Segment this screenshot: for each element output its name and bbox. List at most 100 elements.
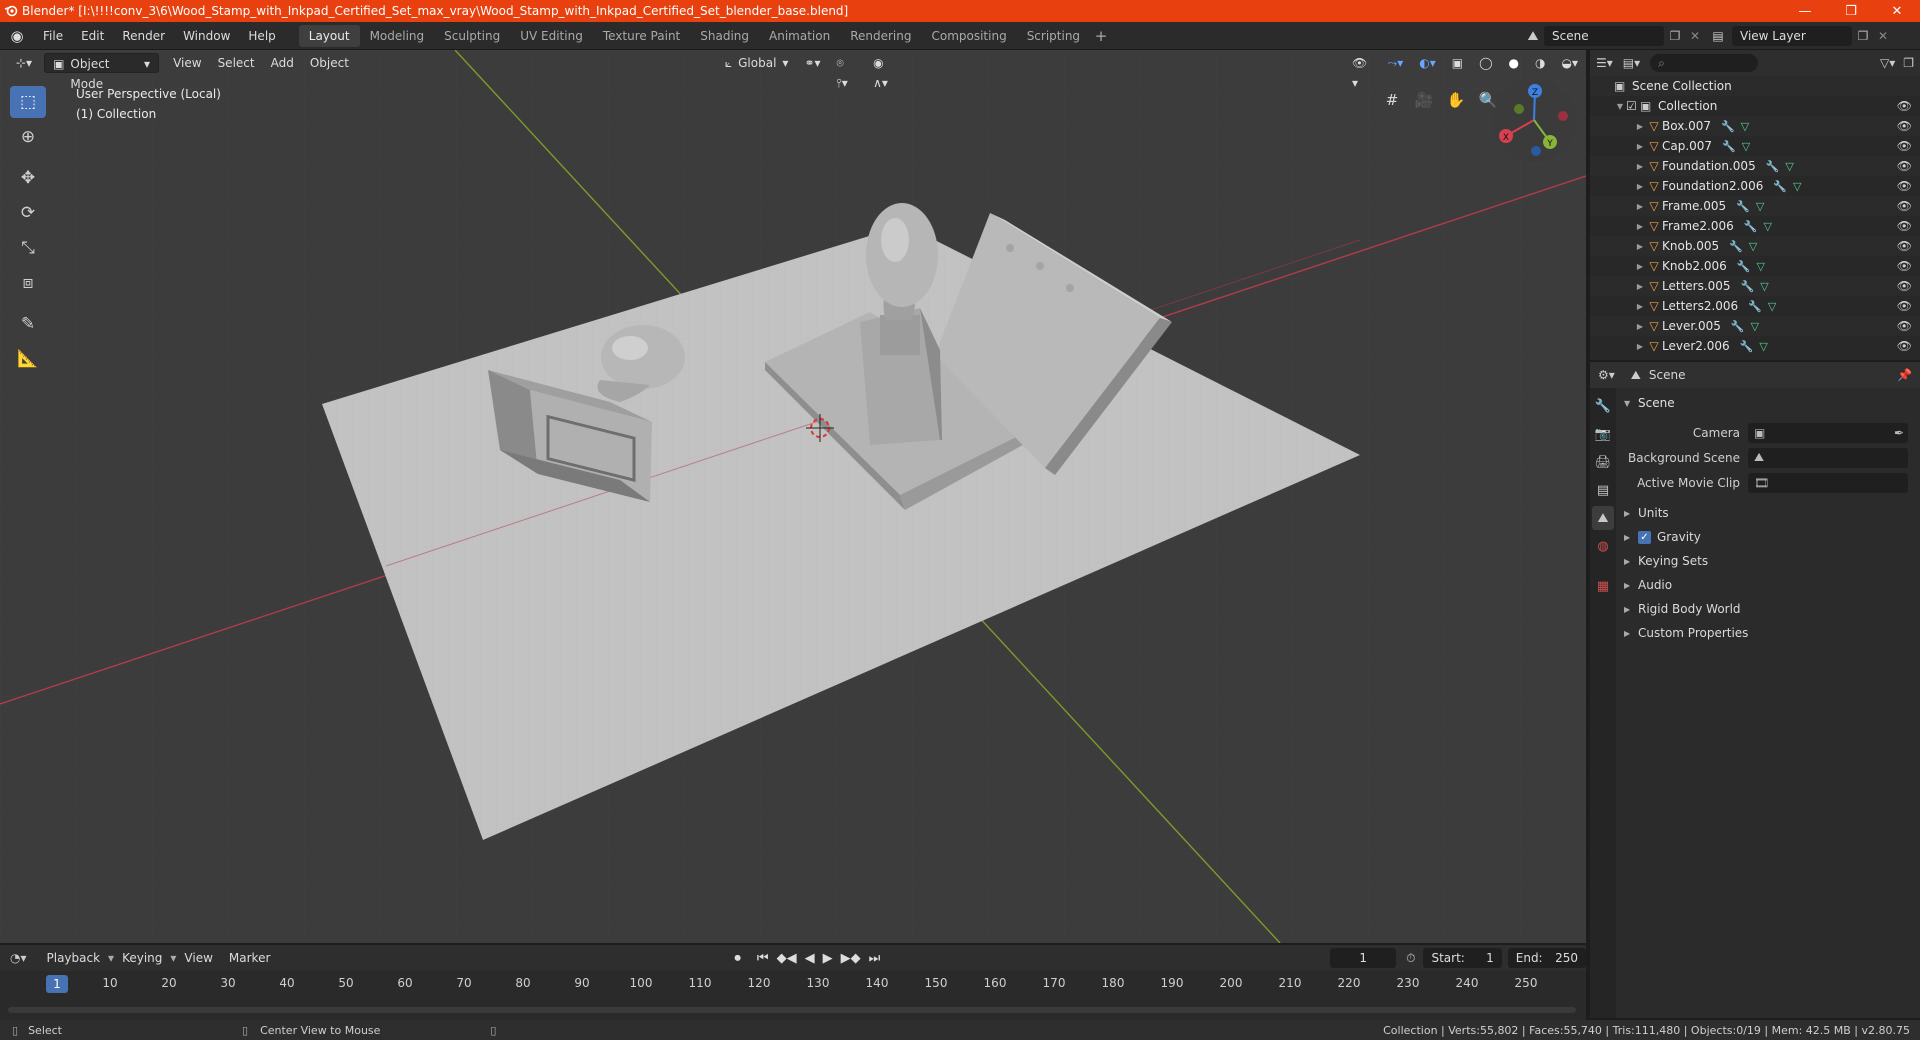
stopwatch-icon[interactable]: ⏱ xyxy=(1406,951,1415,966)
shading-wireframe-icon[interactable]: ◯ xyxy=(1471,53,1500,73)
mesh-data-icon[interactable]: ▽ xyxy=(1763,220,1771,233)
outliner-object-row[interactable]: ▶ ▽ Knob.005 🔧 ▽ 👁 xyxy=(1590,236,1920,256)
pin-icon[interactable]: 📌 xyxy=(1897,368,1912,382)
modifier-wrench-icon[interactable]: 🔧 xyxy=(1721,120,1735,133)
modifier-wrench-icon[interactable]: 🔧 xyxy=(1773,180,1787,193)
minimize-button[interactable]: — xyxy=(1782,0,1828,22)
start-frame-field[interactable]: Start: 1 xyxy=(1423,948,1502,968)
view-layer-icon[interactable]: ▤ xyxy=(1704,29,1732,43)
modifier-wrench-icon[interactable]: 🔧 xyxy=(1722,140,1736,153)
expand-triangle-icon[interactable]: ▶ xyxy=(1634,122,1646,131)
scale-icon[interactable]: ⤡ xyxy=(10,232,46,264)
expand-triangle-icon[interactable]: ▶ xyxy=(1634,262,1646,271)
scene-name-field[interactable]: Scene xyxy=(1544,26,1664,46)
menu-edit[interactable]: Edit xyxy=(72,22,113,50)
modifier-wrench-icon[interactable]: 🔧 xyxy=(1736,200,1750,213)
mesh-data-icon[interactable]: ▽ xyxy=(1793,180,1801,193)
filter-icon[interactable]: ▽▾ xyxy=(1880,56,1895,70)
mesh-data-icon[interactable]: ▽ xyxy=(1757,260,1765,273)
units-panel[interactable]: ▶ Units xyxy=(1618,501,1920,525)
viewport-scene[interactable]: X Y Z xyxy=(0,50,1586,943)
add-workspace-icon[interactable]: + xyxy=(1090,27,1112,45)
eye-icon[interactable]: 👁 xyxy=(1897,219,1912,233)
modifier-wrench-icon[interactable]: 🔧 xyxy=(1748,300,1762,313)
expand-triangle-icon[interactable]: ▶ xyxy=(1634,182,1646,191)
outliner-object-row[interactable]: ▶ ▽ Letters.005 🔧 ▽ 👁 xyxy=(1590,276,1920,296)
outliner-object-row[interactable]: ▶ ▽ Lever.005 🔧 ▽ 👁 xyxy=(1590,316,1920,336)
timeline-ruler[interactable]: 1 10 20 30 40 50 60 70 80 90 100 110 120… xyxy=(0,973,1586,995)
viewport-menu-view[interactable]: View xyxy=(165,53,209,73)
outliner-scene-collection[interactable]: ▣ Scene Collection xyxy=(1590,76,1920,96)
tab-rendering[interactable]: Rendering xyxy=(840,25,921,47)
pan-hand-icon[interactable]: ✋ xyxy=(1442,86,1470,114)
menu-file[interactable]: File xyxy=(34,22,72,50)
mesh-data-icon[interactable]: ▽ xyxy=(1749,240,1757,253)
keying-sets-panel[interactable]: ▶ Keying Sets xyxy=(1618,549,1920,573)
proportional-edit-icon[interactable]: ◉ ∧▾ xyxy=(865,53,908,90)
modifier-wrench-icon[interactable]: 🔧 xyxy=(1731,320,1745,333)
eyedropper-icon[interactable]: ✒ xyxy=(1894,426,1904,440)
expand-triangle-icon[interactable]: ▶ xyxy=(1634,322,1646,331)
modifier-wrench-icon[interactable]: 🔧 xyxy=(1740,340,1754,353)
overlays-icon[interactable]: ◐▾ xyxy=(1411,53,1444,73)
blender-menu-icon[interactable]: ◉ xyxy=(0,27,34,45)
scene-icon[interactable]: ⛰ xyxy=(1522,29,1544,44)
texture-tab-icon[interactable]: ▦ xyxy=(1592,574,1614,598)
eye-icon[interactable]: 👁 xyxy=(1897,259,1912,273)
scene-tab-icon[interactable]: ⛰ xyxy=(1592,506,1614,530)
expand-triangle-icon[interactable]: ▶ xyxy=(1634,222,1646,231)
tab-texture-paint[interactable]: Texture Paint xyxy=(593,25,690,47)
transform-icon[interactable]: ⧈ xyxy=(10,267,46,299)
eye-icon[interactable]: 👁 xyxy=(1897,299,1912,313)
tool-tab-icon[interactable]: 🔧 xyxy=(1592,394,1614,418)
current-frame-field[interactable]: 1 xyxy=(1330,948,1397,968)
next-keyframe-icon[interactable]: ▶◆ xyxy=(841,951,861,966)
output-tab-icon[interactable]: 🖨 xyxy=(1592,450,1614,474)
expand-triangle-icon[interactable]: ▶ xyxy=(1634,242,1646,251)
mesh-data-icon[interactable]: ▽ xyxy=(1760,280,1768,293)
delete-scene-icon[interactable]: ✕ xyxy=(1686,29,1704,43)
move-icon[interactable]: ✥ xyxy=(10,162,46,194)
world-tab-icon[interactable]: ◍ xyxy=(1592,534,1614,558)
viewport-menu-add[interactable]: Add xyxy=(263,53,302,73)
outliner-object-row[interactable]: ▶ ▽ Foundation2.006 🔧 ▽ 👁 xyxy=(1590,176,1920,196)
shading-solid-icon[interactable]: ● xyxy=(1501,53,1527,73)
timeline-menu-playback[interactable]: Playback xyxy=(39,948,109,968)
timeline-menu-view[interactable]: View xyxy=(176,948,220,968)
modifier-wrench-icon[interactable]: 🔧 xyxy=(1744,220,1758,233)
shading-material-icon[interactable]: ◑ xyxy=(1527,53,1553,73)
new-collection-icon[interactable]: ❐ xyxy=(1903,56,1914,70)
snap-icon[interactable]: ⌾ ⫯▾ xyxy=(829,53,866,90)
outliner-object-row[interactable]: ▶ ▽ Foundation.005 🔧 ▽ 👁 xyxy=(1590,156,1920,176)
eye-icon[interactable]: 👁 xyxy=(1897,339,1912,353)
modifier-wrench-icon[interactable]: 🔧 xyxy=(1741,280,1755,293)
object-mode-dropdown[interactable]: ▣ Object Mode ▾ xyxy=(44,53,160,91)
restore-button[interactable]: ❐ xyxy=(1828,0,1874,22)
eye-icon[interactable]: 👁 xyxy=(1897,119,1912,133)
tab-uv-editing[interactable]: UV Editing xyxy=(510,25,593,47)
tab-modeling[interactable]: Modeling xyxy=(360,25,435,47)
gravity-checkbox[interactable]: ✓ xyxy=(1638,530,1651,544)
timeline-editor-icon[interactable]: ◔▾ xyxy=(10,951,27,965)
play-reverse-icon[interactable]: ◀ xyxy=(805,951,815,966)
expand-triangle-icon[interactable]: ▶ xyxy=(1634,202,1646,211)
eye-icon[interactable]: 👁 xyxy=(1897,319,1912,333)
mesh-data-icon[interactable]: ▽ xyxy=(1742,140,1750,153)
transform-orientation-dropdown[interactable]: ⟀ Global ▾ xyxy=(717,53,797,73)
cursor-icon[interactable]: ⊕ xyxy=(10,121,46,153)
tab-layout[interactable]: Layout xyxy=(298,24,360,47)
annotate-icon[interactable]: ✎ xyxy=(10,308,46,340)
active-movie-clip-field[interactable]: 🎞 xyxy=(1748,472,1908,493)
eye-icon[interactable]: 👁 xyxy=(1897,179,1912,193)
expand-triangle-icon[interactable]: ▶ xyxy=(1634,342,1646,351)
close-button[interactable]: ✕ xyxy=(1874,0,1920,22)
mesh-data-icon[interactable]: ▽ xyxy=(1756,200,1764,213)
eye-icon[interactable]: 👁 xyxy=(1897,159,1912,173)
eye-icon[interactable]: 👁 xyxy=(1897,239,1912,253)
outliner-search-input[interactable]: ⌕ xyxy=(1650,54,1759,72)
background-scene-field[interactable]: ⛰ xyxy=(1748,447,1908,468)
timeline-menu-marker[interactable]: Marker xyxy=(221,948,278,968)
jump-end-icon[interactable]: ⏭ xyxy=(869,951,881,966)
modifier-wrench-icon[interactable]: 🔧 xyxy=(1737,260,1751,273)
modifier-wrench-icon[interactable]: 🔧 xyxy=(1766,160,1780,173)
